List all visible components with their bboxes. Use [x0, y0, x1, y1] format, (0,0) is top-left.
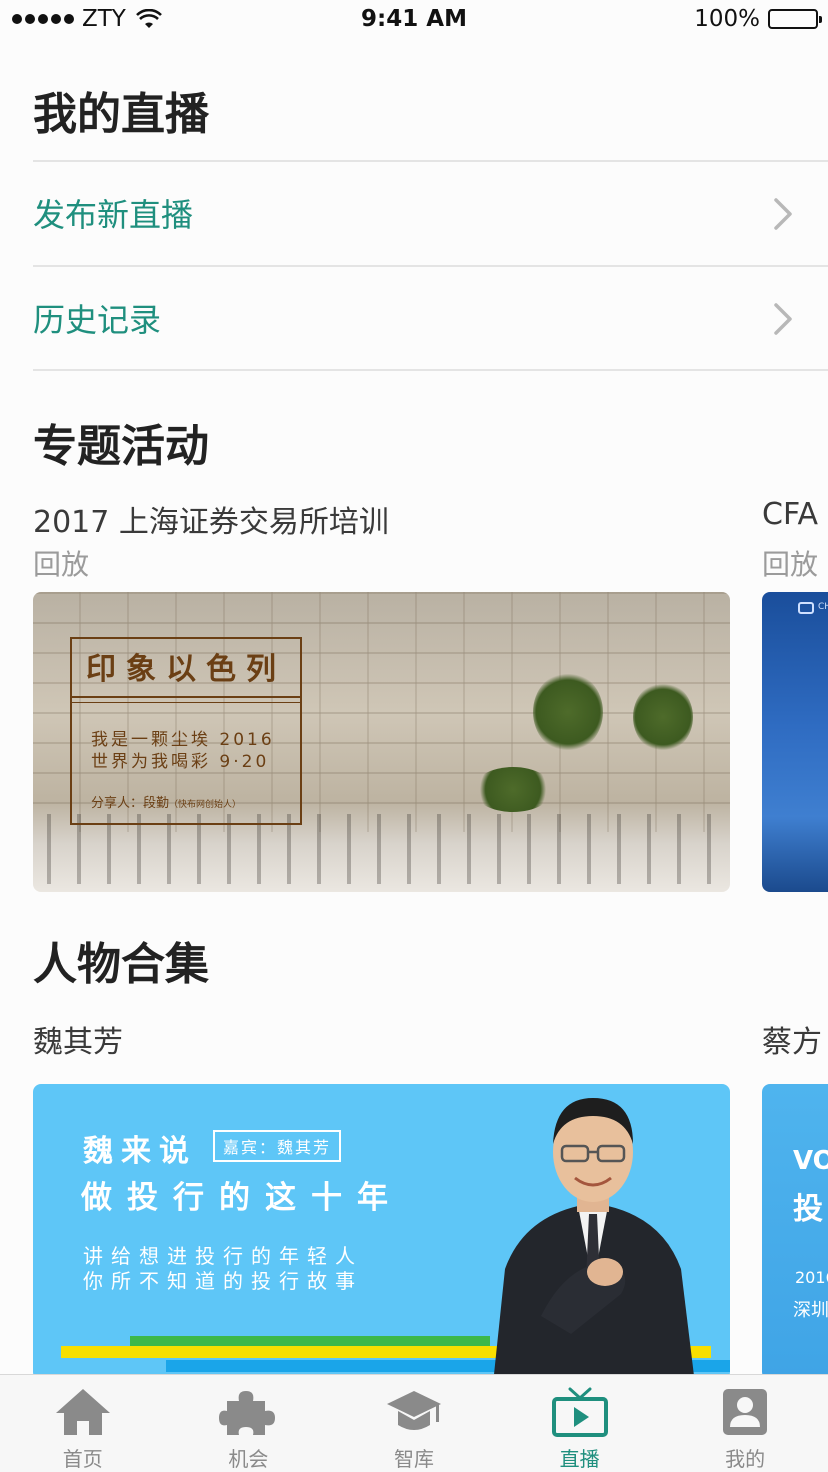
publish-new-live-label: 发布新直播	[33, 196, 194, 234]
topic-card-replay-label: 回放	[762, 548, 819, 581]
publish-new-live-row[interactable]: 发布新直播	[33, 163, 828, 263]
history-row[interactable]: 历史记录	[33, 268, 828, 368]
home-icon	[55, 1389, 110, 1435]
battery-percent: 100%	[694, 6, 760, 32]
profile-icon	[723, 1389, 768, 1435]
tab-opportunity[interactable]: 机会	[166, 1375, 332, 1472]
battery-icon	[768, 9, 822, 29]
person-banner-cai[interactable]: VO 投 2016 深圳	[762, 1084, 828, 1380]
chevron-right-icon	[774, 303, 792, 335]
divider	[33, 265, 828, 267]
person-card-caption[interactable]: 蔡方	[762, 1017, 822, 1061]
chevron-right-icon	[774, 198, 792, 230]
banner-desc: 你所不知道的投行故事	[83, 1269, 363, 1293]
puzzle-icon	[219, 1391, 276, 1435]
logo-icon	[798, 602, 814, 614]
graduation-cap-icon	[386, 1391, 441, 1430]
topic-card-replay-label: 回放	[33, 548, 90, 581]
sharer-note: （快布网创始人）	[169, 800, 242, 810]
divider	[33, 160, 828, 162]
status-bar: ZTY 9:41 AM 100%	[0, 0, 828, 40]
divider	[70, 702, 302, 703]
person-card-caption[interactable]: 魏其芳	[33, 1017, 123, 1061]
my-live-title: 我的直播	[33, 89, 209, 140]
banner-brand: 魏来说	[83, 1134, 197, 1169]
tab-home[interactable]: 首页	[0, 1375, 166, 1472]
banner-headline: 做投行的这十年	[81, 1180, 403, 1216]
plant-decoration	[473, 767, 553, 812]
speaker-photo	[493, 1098, 695, 1380]
plant-decoration	[533, 672, 603, 752]
topic-banner-israel[interactable]: 印象以色列 我是一颗尘埃 2016 世界为我喝彩 9·20 分享人：段勤（快布网…	[33, 592, 730, 892]
tab-label: 我的	[725, 1447, 766, 1471]
banner-guest: 嘉宾：魏其芳	[213, 1130, 342, 1162]
sharer-name: 分享人：段勤	[91, 796, 170, 811]
banner-sharer: 分享人：段勤（快布网创始人）	[91, 792, 241, 811]
banner-line: 世界为我喝彩 9·20	[91, 752, 270, 772]
banner-title: 印象以色列	[86, 652, 286, 687]
divider	[70, 696, 302, 698]
tab-mine[interactable]: 我的	[662, 1375, 828, 1472]
banner-logo-text: CH	[818, 602, 828, 612]
tab-label: 机会	[228, 1447, 269, 1471]
tab-label: 首页	[62, 1447, 103, 1471]
tab-think-tank[interactable]: 智库	[331, 1375, 497, 1472]
tab-label: 直播	[559, 1447, 600, 1471]
tab-live[interactable]: 直播	[497, 1375, 663, 1472]
banner-year: 2016	[795, 1268, 828, 1287]
topics-title: 专题活动	[33, 421, 209, 472]
banner-text: VO	[793, 1146, 828, 1176]
tab-bar: 首页 机会 智库 直播 我的	[0, 1374, 828, 1472]
topic-card-caption[interactable]: 2017 上海证券交易所培训	[33, 497, 389, 541]
history-label: 历史记录	[33, 301, 162, 339]
topic-banner-cfa[interactable]: CH	[762, 592, 828, 892]
people-title: 人物合集	[33, 939, 209, 990]
plant-decoration	[633, 682, 693, 752]
divider	[33, 369, 828, 371]
banner-text: 投	[793, 1192, 823, 1227]
banner-city: 深圳	[793, 1300, 828, 1321]
person-banner-wei[interactable]: 魏来说 嘉宾：魏其芳 做投行的这十年 讲给想进投行的年轻人 你所不知道的投行故事	[33, 1084, 730, 1380]
topic-card-caption[interactable]: CFA	[762, 497, 818, 532]
tv-icon	[551, 1387, 608, 1437]
tab-label: 智库	[393, 1447, 434, 1471]
status-right: 100%	[694, 6, 822, 32]
